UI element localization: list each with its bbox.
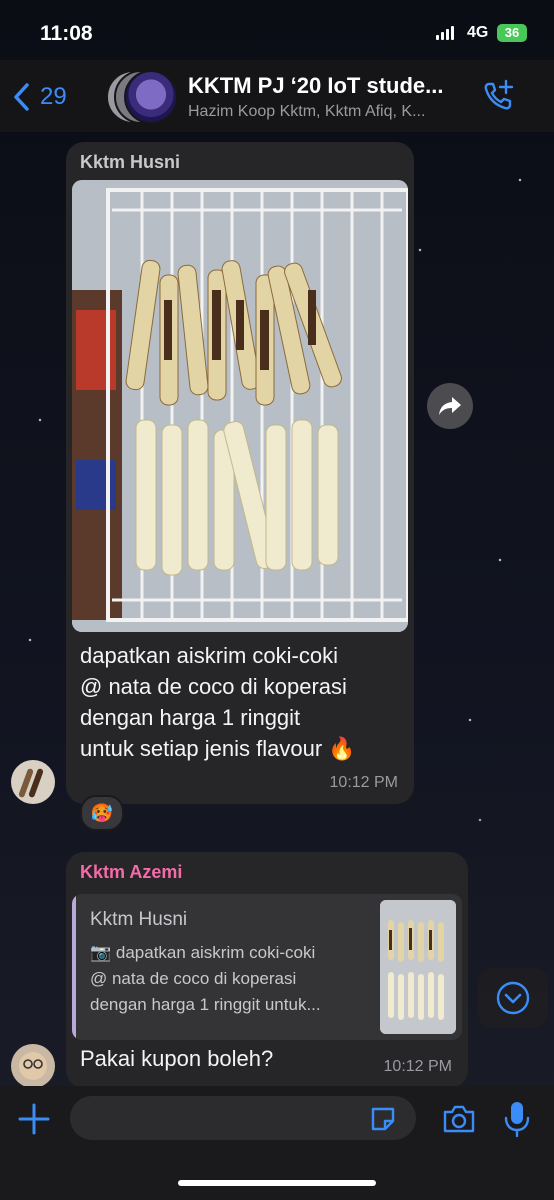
unread-count: 29 — [40, 83, 67, 110]
avatar[interactable] — [11, 1044, 55, 1088]
sticker-icon[interactable] — [368, 1104, 398, 1134]
sender-name[interactable]: Kktm Azemi — [80, 862, 182, 883]
add-call-icon[interactable] — [480, 78, 516, 114]
ice-pops-photo — [72, 180, 408, 632]
quoted-message[interactable]: Kktm Husni 📷 dapatkan aiskrim coki-coki … — [72, 894, 462, 1040]
forward-button[interactable] — [427, 383, 473, 429]
network-type: 4G — [467, 24, 489, 41]
quote-bar — [72, 894, 76, 1040]
chevron-down-icon — [496, 981, 530, 1015]
chat-header: 29 KKTM PJ ‘20 IoT stude... Hazim Koop K… — [0, 60, 554, 132]
chevron-left-icon — [14, 83, 29, 111]
reaction-badge[interactable]: 🥵 — [80, 795, 124, 831]
group-avatar[interactable] — [106, 70, 178, 124]
photo-attachment[interactable] — [72, 180, 408, 632]
home-indicator — [178, 1180, 376, 1186]
scroll-down-button[interactable] — [478, 968, 548, 1028]
timestamp: 10:12 PM — [329, 774, 398, 791]
chat-title[interactable]: KKTM PJ ‘20 IoT stude... — [188, 73, 443, 99]
status-bar: 11:08 4G 36 — [0, 0, 554, 60]
camera-icon[interactable] — [442, 1103, 476, 1135]
battery-icon: 36 — [497, 24, 527, 42]
microphone-icon[interactable] — [504, 1100, 530, 1138]
forward-icon — [439, 397, 461, 415]
message-bubble[interactable]: Kktm Azemi Kktm Husni 📷 dapatkan aiskrim… — [66, 852, 468, 1088]
clock: 11:08 — [40, 22, 93, 45]
composer-bar — [0, 1086, 554, 1200]
avatar[interactable] — [11, 760, 55, 804]
plus-icon[interactable] — [17, 1102, 51, 1136]
message-text: Pakai kupon boleh? — [80, 1046, 274, 1071]
signal-icon — [436, 26, 454, 40]
message-input[interactable] — [70, 1096, 416, 1140]
sender-name[interactable]: Kktm Husni — [80, 152, 180, 173]
back-button[interactable]: 29 — [12, 82, 67, 112]
message-text: dapatkan aiskrim coki-coki @ nata de coc… — [80, 643, 356, 761]
timestamp: 10:12 PM — [383, 1058, 452, 1075]
quote-sender: Kktm Husni — [90, 909, 188, 930]
quote-thumbnail — [380, 900, 456, 1034]
quote-text: 📷 dapatkan aiskrim coki-coki @ nata de c… — [90, 943, 321, 1014]
message-bubble[interactable]: Kktm Husni dapatkan aiskrim coki-coki @ … — [66, 142, 414, 804]
chat-members[interactable]: Hazim Koop Kktm, Kktm Afiq, K... — [188, 103, 425, 121]
